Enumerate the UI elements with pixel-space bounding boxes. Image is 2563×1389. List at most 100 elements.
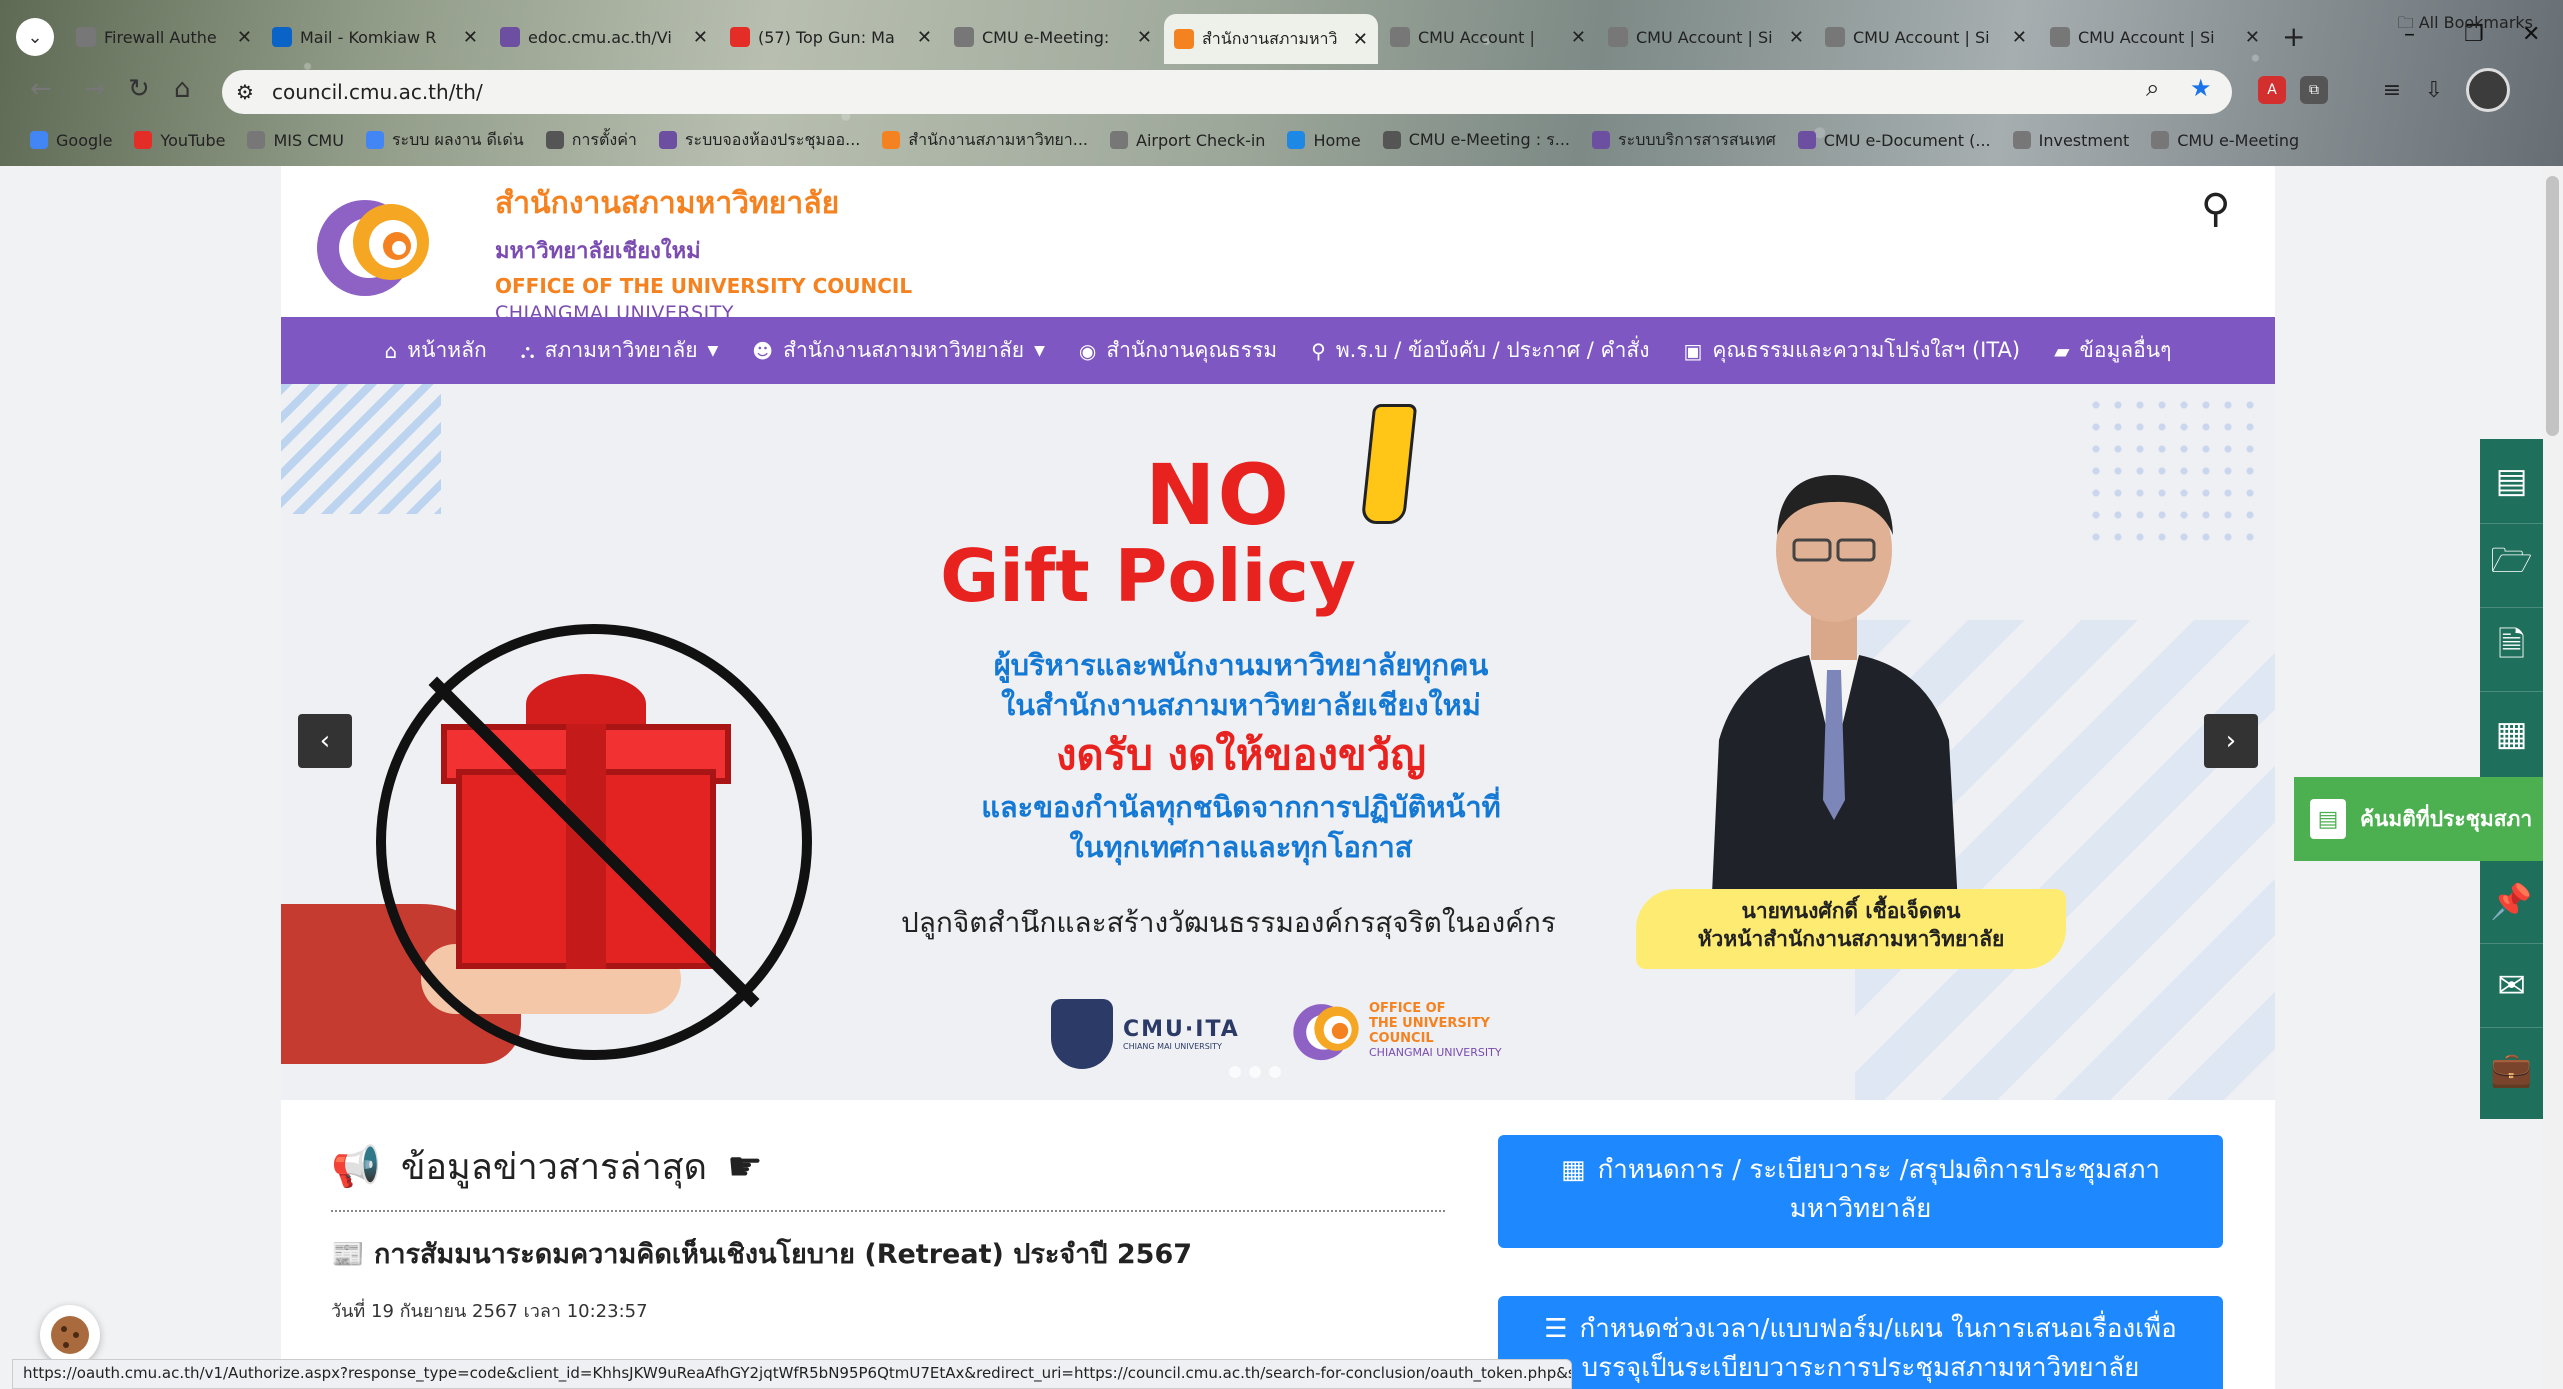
browser-tab[interactable]: CMU Account | Si ✕ [1815,16,2037,58]
carousel-dot[interactable] [1229,1066,1241,1078]
proposal-button[interactable]: ☰ กำหนดช่วงเวลา/แบบฟอร์ม/แผน ในการเสนอเรื… [1498,1296,2223,1389]
nav-item[interactable]: ◉ สำนักงานคุณธรรม [1079,334,1277,367]
carousel-dot[interactable] [1249,1066,1261,1078]
cmu-ita-logo: CMU·ITA CHIANG MAI UNIVERSITY [1051,999,1240,1069]
bookmark-item[interactable]: ระบบจองห้องประชุมออ... [658,128,860,153]
bookmark-star-icon[interactable]: ★ [2190,74,2212,102]
tab-close-icon[interactable]: ✕ [1571,27,1586,48]
bookmark-favicon-icon [882,131,901,149]
scrollbar-thumb[interactable] [2546,176,2559,436]
bookmark-item[interactable]: CMU e-Meeting : ร... [1382,128,1570,153]
cookie-settings-button[interactable] [40,1305,100,1365]
bookmark-item[interactable]: MIS CMU [247,131,344,150]
meeting-search-button[interactable]: ▤ ค้นมติที่ประชุมสภา [2294,777,2543,861]
agenda-button[interactable]: ▦ กำหนดการ / ระเบียบวาระ /สรุปมติการประชุ… [1498,1135,2223,1248]
browser-tab[interactable]: CMU e-Meeting: ✕ [944,16,1162,58]
browser-tab[interactable]: (57) Top Gun: Ma ✕ [720,16,942,58]
reading-list-icon[interactable]: ≡ [2378,76,2406,104]
ita-logo-text: CMU·ITA [1123,1017,1240,1042]
site-container: สำนักงานสภามหาวิทยาลัย มหาวิทยาลัยเชียงใ… [281,166,2275,1389]
tab-title: (57) Top Gun: Ma [758,27,895,47]
page-scrollbar[interactable] [2542,166,2563,1389]
carousel-indicators [1229,1066,1281,1078]
download-icon[interactable]: ⇩ [2420,76,2448,104]
tab-title: CMU Account | [1418,27,1535,47]
bookmark-item[interactable]: Airport Check-in [1110,131,1265,150]
tab-close-icon[interactable]: ✕ [917,27,932,48]
browser-tab[interactable]: Mail - Komkiaw R ✕ [262,16,488,58]
carousel-dot[interactable] [1269,1066,1281,1078]
council-logo[interactable] [313,186,433,306]
pdf-extension-icon[interactable]: A [2258,76,2286,104]
bookmark-item[interactable]: Investment [2012,131,2129,150]
folder-open-icon[interactable]: 🗁 [2480,523,2543,607]
tab-search-button[interactable]: ⌄ [16,18,54,56]
search-icon[interactable]: ⚲ [2201,186,2230,232]
extension-icon[interactable]: ⧉ [2300,76,2328,104]
browser-tab[interactable]: CMU Account | Si ✕ [1598,16,1814,58]
bookmark-item[interactable]: สำนักงานสภามหาวิทยา... [882,128,1088,153]
youtube-icon [730,27,750,47]
calendar-icon[interactable]: ▦ [2480,691,2543,775]
forward-button[interactable]: → [84,74,106,104]
bookmarks-bar: Google YouTube MIS CMU ระบบ ผลงาน ดีเด่น การ… [0,118,2563,162]
all-bookmarks[interactable]: 🗀 All Bookmarks [2398,12,2533,39]
thumbtack-icon[interactable]: 📌 [2480,859,2543,943]
sitemap-icon: ⛬ [520,338,535,363]
tab-close-icon[interactable]: ✕ [237,27,252,48]
cmu-icon [500,27,520,47]
carousel-prev-button[interactable]: ‹ [298,714,352,768]
browser-tab[interactable]: CMU Account | Si ✕ [2040,16,2270,58]
bookmark-item[interactable]: ระบบบริการสารสนเทศ [1592,128,1776,153]
browser-tab[interactable]: edoc.cmu.ac.th/Vi ✕ [490,16,718,58]
document-icon[interactable]: 🗎 [2480,607,2543,691]
oc-logo-line: COUNCIL [1369,1031,1434,1047]
nav-item[interactable]: ⌂ หน้าหลัก [385,334,487,367]
tab-title: Firewall Authe [104,27,217,47]
globe-icon [1825,27,1845,47]
new-tab-button[interactable]: + [2282,20,2305,53]
nav-item[interactable]: ▣ คุณธรรมและความโปร่งใสฯ (ITA) [1683,334,2020,367]
browser-tab[interactable]: Firewall Authe ✕ [66,16,262,58]
globe-icon [2050,27,2070,47]
envelope-icon[interactable]: ✉ [2480,943,2543,1027]
nav-item[interactable]: ⛬ สภามหาวิทยาลัย ▼ [521,334,719,367]
carousel-next-button[interactable]: › [2204,714,2258,768]
bookmark-item[interactable]: CMU e-Meeting [2151,131,2299,150]
bookmark-item[interactable]: การตั้งค่า [545,128,637,153]
back-button[interactable]: ← [30,74,52,104]
bookmark-item[interactable]: CMU e-Document (... [1797,131,1991,150]
tab-close-icon[interactable]: ✕ [1137,27,1152,48]
news-item-title[interactable]: 📰 การสัมมนาระดมความคิดเห็นเชิงนโยบาย (Re… [331,1232,1192,1275]
nav-item-label: พ.ร.บ / ข้อบังคับ / ประกาศ / คำสั่ง [1335,338,1650,362]
nav-item[interactable]: ☻ สำนักงานสภามหาวิทยาลัย ▼ [752,334,1045,367]
tab-close-icon[interactable]: ✕ [1353,29,1368,50]
bookmark-item[interactable]: Google [30,131,112,150]
browser-chrome: ⌄ Firewall Authe ✕ Mail - Komkiaw R ✕ edoc.c… [0,0,2563,166]
bookmark-item[interactable]: ระบบ ผลงาน ดีเด่น [365,128,524,153]
browser-tab[interactable]: CMU Account | ✕ [1380,16,1596,58]
address-bar[interactable]: ⚙ council.cmu.ac.th/th/ [222,70,2232,114]
nav-item[interactable]: ▰ ข้อมูลอื่นๆ [2054,334,2171,367]
profile-avatar[interactable] [2466,68,2510,112]
bookmark-label: สำนักงานสภามหาวิทยา... [908,129,1089,149]
briefcase-icon[interactable]: 💼 [2480,1027,2543,1111]
home-button[interactable]: ⌂ [174,74,191,104]
tab-close-icon[interactable]: ✕ [2245,27,2260,48]
globe-icon [1608,27,1628,47]
bookmark-item[interactable]: YouTube [134,131,225,150]
tab-close-icon[interactable]: ✕ [463,27,478,48]
zoom-icon[interactable]: ⌕ [2146,74,2159,102]
no-text: NO [1145,446,1291,544]
tab-close-icon[interactable]: ✕ [693,27,708,48]
reload-button[interactable]: ↻ [128,74,150,104]
tab-close-icon[interactable]: ✕ [1789,27,1804,48]
nav-item[interactable]: ⚲ พ.ร.บ / ข้อบังคับ / ประกาศ / คำสั่ง [1311,334,1649,367]
archive-icon[interactable]: ▤ [2480,439,2543,523]
site-info-icon[interactable]: ⚙ [236,80,254,104]
browser-tab[interactable]: สำนักงานสภามหาวิ ✕ [1164,14,1378,64]
tab-close-icon[interactable]: ✕ [2012,27,2027,48]
bookmark-item[interactable]: Home [1287,131,1361,150]
bookmark-favicon-icon [2012,131,2031,149]
caret-down-icon: ▼ [1034,342,1045,359]
